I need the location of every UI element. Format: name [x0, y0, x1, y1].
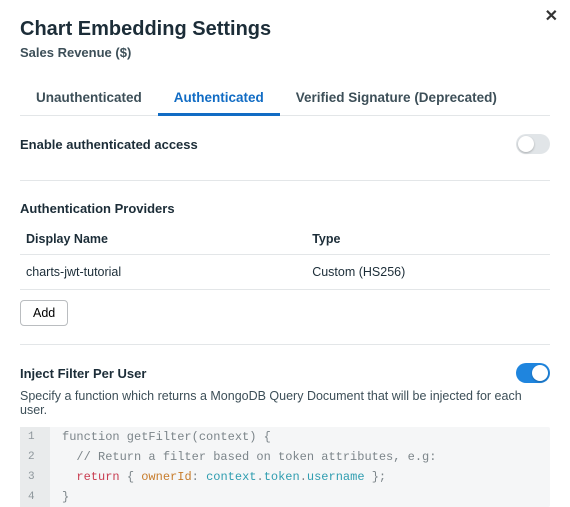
inject-filter-toggle[interactable] [516, 363, 550, 383]
code-line-1: function getFilter(context) { [50, 427, 271, 447]
chart-embedding-settings-modal: ✕ Chart Embedding Settings Sales Revenue… [0, 0, 570, 507]
inject-filter-heading: Inject Filter Per User [20, 366, 146, 381]
code-line-3: return { ownerId: context.token.username… [50, 467, 386, 487]
col-display-name: Display Name [20, 224, 306, 255]
modal-subtitle: Sales Revenue ($) [20, 45, 550, 60]
tabs: Unauthenticated Authenticated Verified S… [20, 82, 550, 116]
tab-authenticated[interactable]: Authenticated [158, 82, 280, 115]
inject-filter-section: Inject Filter Per User Specify a functio… [20, 345, 550, 507]
enable-access-label: Enable authenticated access [20, 137, 198, 152]
provider-name: charts-jwt-tutorial [20, 255, 306, 290]
enable-access-toggle[interactable] [516, 134, 550, 154]
inject-filter-description: Specify a function which returns a Mongo… [20, 389, 550, 417]
close-icon[interactable]: ✕ [545, 6, 558, 26]
line-number: 4 [20, 487, 50, 507]
enable-access-section: Enable authenticated access [20, 116, 550, 181]
code-line-4: } [50, 487, 69, 507]
provider-type: Custom (HS256) [306, 255, 550, 290]
line-number: 3 [20, 467, 50, 487]
tab-verified-signature[interactable]: Verified Signature (Deprecated) [280, 82, 513, 115]
filter-code-editor[interactable]: 1 function getFilter(context) { 2 // Ret… [20, 427, 550, 507]
table-row: charts-jwt-tutorial Custom (HS256) [20, 255, 550, 290]
line-number: 2 [20, 447, 50, 467]
modal-title: Chart Embedding Settings [20, 18, 550, 41]
auth-providers-heading: Authentication Providers [20, 201, 550, 216]
auth-providers-table: Display Name Type charts-jwt-tutorial Cu… [20, 224, 550, 290]
line-number: 1 [20, 427, 50, 447]
auth-providers-section: Authentication Providers Display Name Ty… [20, 181, 550, 345]
col-type: Type [306, 224, 550, 255]
code-line-2: // Return a filter based on token attrib… [50, 447, 436, 467]
add-provider-button[interactable]: Add [20, 300, 68, 326]
tab-unauthenticated[interactable]: Unauthenticated [20, 82, 158, 115]
